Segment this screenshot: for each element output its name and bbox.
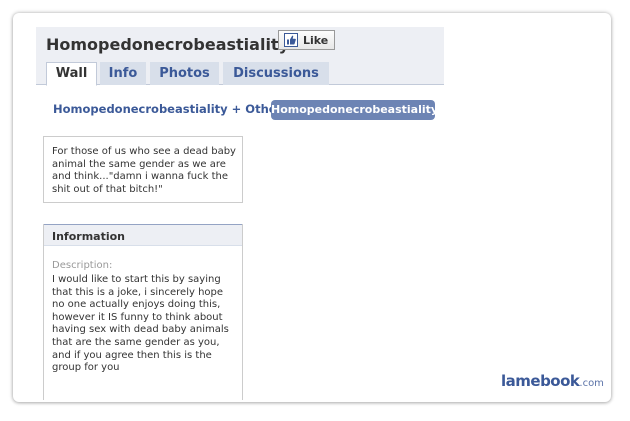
page-title: Homopedonecrobeastiality xyxy=(46,35,290,54)
information-header: Information xyxy=(44,224,242,246)
description-text: I would like to start this by saying tha… xyxy=(52,274,229,374)
watermark-suffix: .com xyxy=(579,378,604,389)
tab-photos[interactable]: Photos xyxy=(150,62,219,85)
screenshot-card: Homopedonecrobeastiality Like Wall Info … xyxy=(13,13,611,402)
group-header: Homopedonecrobeastiality Like Wall Info … xyxy=(36,27,444,86)
information-box: Information Description: I would like to… xyxy=(43,224,243,400)
tab-discussions[interactable]: Discussions xyxy=(223,62,329,85)
watermark-brand: lamebook xyxy=(501,372,580,390)
wall-filter-selected[interactable]: Homopedonecrobeastiality xyxy=(271,100,438,120)
tab-wall[interactable]: Wall xyxy=(46,62,97,86)
thumbs-up-icon xyxy=(284,33,298,47)
wall-filter-others-link[interactable]: Homopedonecrobeastiality + Others xyxy=(53,102,289,116)
description-label: Description: xyxy=(52,260,113,271)
like-button-label: Like xyxy=(303,34,329,47)
tab-info[interactable]: Info xyxy=(100,62,146,85)
lamebook-watermark: lamebook.com xyxy=(501,372,604,390)
group-description-box: For those of us who see a dead baby anim… xyxy=(43,136,243,203)
like-button[interactable]: Like xyxy=(278,30,335,50)
